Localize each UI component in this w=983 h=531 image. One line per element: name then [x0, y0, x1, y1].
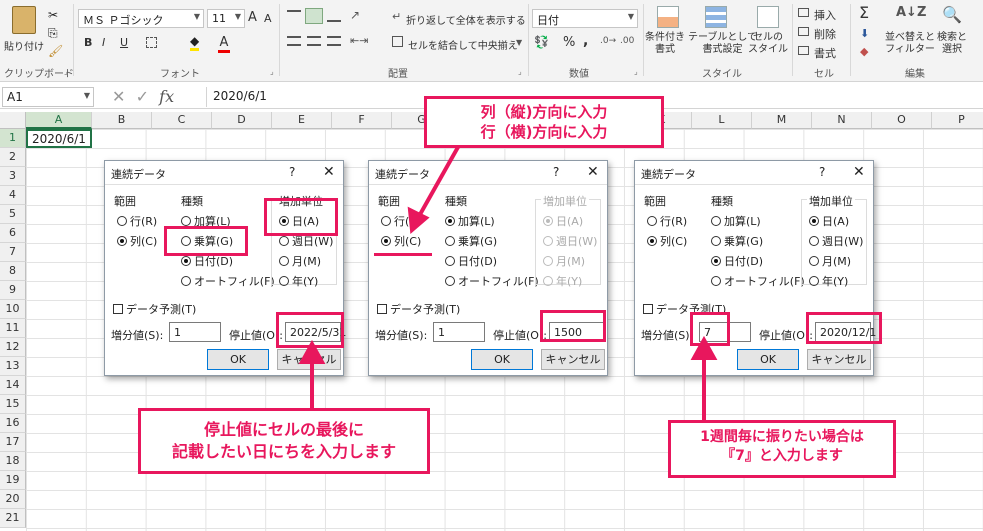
- underline-mark: [374, 253, 432, 256]
- highlight-box: [540, 310, 606, 342]
- callout-bottom-left: 停止値にセルの最後に 記載したい日にちを入力します: [138, 408, 430, 474]
- highlight-box: [264, 198, 338, 236]
- highlight-box: [276, 312, 344, 348]
- callout-top: 列（縦)方向に入力 行（横)方向に入力: [424, 96, 664, 148]
- highlight-box: [164, 226, 248, 256]
- arrow-head: [407, 206, 430, 235]
- callout-bottom-left-line-2: 記載したい日にちを入力します: [171, 441, 396, 461]
- excel-window: 貼り付け ✂ ⎘ 🖌 クリップボード ⌟ ＭＳ Ｐゴシック ▼ 11 ▼ A A B…: [0, 0, 983, 531]
- callout-bottom-right-line-2: 『7』と入力します: [721, 447, 843, 464]
- highlight-box: [690, 312, 730, 346]
- callout-bottom-left-line-1: 停止値にセルの最後に: [203, 420, 364, 439]
- callout-top-line-2: 行（横)方向に入力: [480, 123, 608, 142]
- callout-bottom-right: 1週間毎に振りたい場合は 『7』と入力します: [668, 420, 896, 478]
- callout-bottom-right-line-1: 1週間毎に振りたい場合は: [700, 429, 864, 445]
- arrow-line: [416, 139, 464, 219]
- callout-top-line-1: 列（縦)方向に入力: [480, 103, 608, 121]
- highlight-box: [806, 312, 882, 344]
